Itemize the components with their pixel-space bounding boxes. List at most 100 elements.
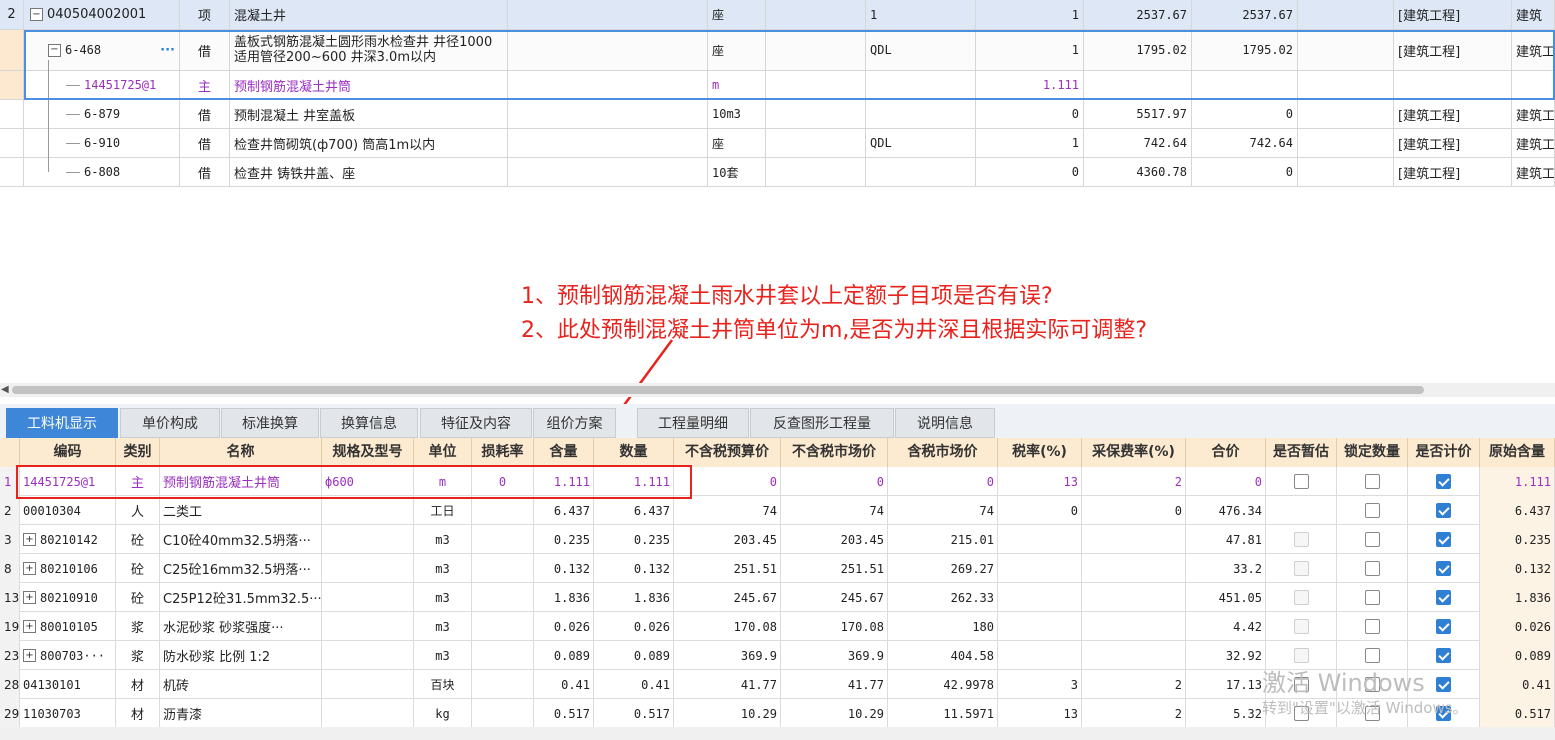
tab-7[interactable]: 反查图形工程量	[750, 408, 894, 438]
grid-row[interactable]: 13 +80210910 砼 C25P12砼31.5mm32.5··· m3 1.836 1…	[0, 583, 1555, 612]
grid-cell-content: 0.026	[534, 612, 594, 641]
more-options-icon[interactable]: ···	[160, 43, 175, 58]
quota-row[interactable]: 6-808 借 检查井 铸铁井盖、座 10套 0 4360.78 0 [建筑工程] 建筑工	[0, 158, 1555, 187]
tab-3[interactable]: 换算信息	[320, 408, 418, 438]
grid-cell-num: 13	[0, 583, 20, 612]
checkbox-lock[interactable]	[1364, 561, 1380, 576]
column-header-tax[interactable]: 税率(%)	[998, 438, 1082, 467]
column-header-price[interactable]: 是否计价	[1408, 438, 1480, 467]
tab-1[interactable]: 单价构成	[120, 408, 220, 438]
quota-row[interactable]: 2 −040504002001 项 混凝土井 座 1 1 2537.67 2537.67 [建筑工…	[0, 0, 1555, 30]
column-header-lock[interactable]: 锁定数量	[1337, 438, 1408, 467]
checkbox-lock[interactable]	[1364, 474, 1380, 489]
tab-0[interactable]: 工料机显示	[6, 408, 118, 438]
column-header-total[interactable]: 合价	[1186, 438, 1266, 467]
expand-icon[interactable]: +	[23, 591, 36, 604]
quota-price: 5517.97	[1136, 107, 1187, 121]
expand-icon[interactable]: +	[23, 533, 36, 546]
checkbox-price[interactable]	[1436, 532, 1451, 547]
collapse-icon[interactable]: −	[48, 43, 61, 57]
grid-cell-type: 浆	[116, 612, 160, 641]
horizontal-scrollbar[interactable]: ◀	[0, 383, 1555, 397]
column-header-est[interactable]: 是否暂估	[1266, 438, 1337, 467]
grid-cell-taxmkt: 262.33	[888, 583, 998, 612]
column-header-code[interactable]: 编码	[20, 438, 116, 467]
quota-row[interactable]: 14451725@1 主 预制钢筋混凝土井筒 m 1.111	[0, 71, 1555, 100]
grid-cell-content: 0.235	[534, 525, 594, 554]
checkbox-price[interactable]	[1436, 619, 1451, 634]
column-header-spec[interactable]: 规格及型号	[322, 438, 414, 467]
column-header-qty[interactable]: 数量	[594, 438, 674, 467]
grid-cell-orig: 0.235	[1480, 525, 1555, 554]
checkbox-price[interactable]	[1436, 590, 1451, 605]
checkbox-price[interactable]	[1436, 474, 1451, 489]
checkbox-lock[interactable]	[1364, 648, 1380, 663]
grid-row[interactable]: 3 +80210142 砼 C10砼40mm32.5坍落··· m3 0.235 0.235…	[0, 525, 1555, 554]
column-header-loss[interactable]: 损耗率	[472, 438, 534, 467]
quota-cell-qty: 1	[976, 129, 1084, 157]
scroll-left-icon[interactable]: ◀	[1, 384, 9, 395]
scrollbar-thumb[interactable]	[12, 386, 1424, 394]
quota-cell-type: 借	[180, 30, 230, 70]
grid-cell-spec	[322, 612, 414, 641]
checkbox-lock[interactable]	[1364, 590, 1380, 605]
expand-icon[interactable]: +	[23, 649, 36, 662]
grid-value-qty: 6.437	[633, 503, 670, 518]
column-header-fee[interactable]: 采保费率(%)	[1082, 438, 1186, 467]
grid-cell-total: 476.34	[1186, 496, 1266, 525]
column-header-mkt[interactable]: 不含税市场价	[781, 438, 888, 467]
grid-cell-content: 1.836	[534, 583, 594, 612]
quota-cell-expr	[866, 158, 976, 186]
grid-cell-code: +80010105	[20, 612, 116, 641]
column-header-name[interactable]: 名称	[160, 438, 322, 467]
grid-cell-name: C25P12砼31.5mm32.5···	[160, 583, 322, 612]
grid-cell-num: 19	[0, 612, 20, 641]
quota-cell-blank3	[1298, 158, 1394, 186]
grid-value-content: 6.437	[553, 503, 590, 518]
checkbox-price[interactable]	[1436, 677, 1451, 692]
grid-row[interactable]: 1 14451725@1 主 预制钢筋混凝土井筒 ф600 m 0 1.111 1.111 0 0 0…	[0, 467, 1555, 496]
checkbox-lock[interactable]	[1364, 532, 1380, 547]
column-header-pre[interactable]: 不含税预算价	[674, 438, 781, 467]
grid-cell-fee	[1082, 641, 1186, 670]
grid-cell-spec	[322, 670, 414, 699]
column-header-type[interactable]: 类别	[116, 438, 160, 467]
grid-cell-orig: 0.41	[1480, 670, 1555, 699]
grid-cell-tax	[998, 525, 1082, 554]
collapse-icon[interactable]: −	[30, 8, 43, 21]
grid-cell-unit: m3	[414, 525, 472, 554]
quota-cell-unit: 座	[708, 0, 766, 29]
quota-price: 742.64	[1143, 136, 1187, 150]
grid-value-code: 14451725@1	[23, 474, 96, 489]
quota-cell-major	[1394, 71, 1512, 99]
checkbox-price[interactable]	[1436, 648, 1451, 663]
tab-4[interactable]: 特征及内容	[420, 408, 532, 438]
column-header-taxmkt[interactable]: 含税市场价	[888, 438, 998, 467]
quota-row[interactable]: 6-910 借 检查井筒砌筑(ф700) 筒高1m以内 座 QDL 1 742.64 742.…	[0, 129, 1555, 158]
column-header-orig[interactable]: 原始含量	[1480, 438, 1555, 467]
quota-row[interactable]: −6-468 ··· 借 盖板式钢筋混凝土圆形雨水检查井 井径1000 适用管径200…	[0, 30, 1555, 71]
tab-6[interactable]: 工程量明细	[637, 408, 749, 438]
grid-row[interactable]: 19 +80010105 浆 水泥砂浆 砂浆强度··· m3 0.026 0.026 170.…	[0, 612, 1555, 641]
tab-5[interactable]: 组价方案	[533, 408, 616, 438]
checkbox-price[interactable]	[1436, 561, 1451, 576]
quota-major: [建筑工程]	[1398, 137, 1461, 153]
grid-cell-pre: 0	[674, 467, 781, 496]
tab-8[interactable]: 说明信息	[895, 408, 995, 438]
expand-icon[interactable]: +	[23, 562, 36, 575]
checkbox-price[interactable]	[1436, 503, 1451, 518]
grid-cell-spec	[322, 641, 414, 670]
checkbox-lock[interactable]	[1364, 619, 1380, 634]
grid-cell-qty: 0.026	[594, 612, 674, 641]
column-header-content[interactable]: 含量	[534, 438, 594, 467]
grid-value-orig: 6.437	[1514, 503, 1551, 518]
quota-type: 借	[197, 166, 211, 182]
expand-icon[interactable]: +	[23, 620, 36, 633]
column-header-unit[interactable]: 单位	[414, 438, 472, 467]
tab-2[interactable]: 标准换算	[221, 408, 319, 438]
grid-row[interactable]: 8 +80210106 砼 C25砼16mm32.5坍落··· m3 0.132 0.132…	[0, 554, 1555, 583]
checkbox-lock[interactable]	[1364, 503, 1380, 518]
checkbox-est[interactable]	[1293, 474, 1309, 489]
quota-row[interactable]: 6-879 借 预制混凝土 井室盖板 10m3 0 5517.97 0 [建筑工程] 建筑工	[0, 100, 1555, 129]
grid-row[interactable]: 2 00010304 人 二类工 工日 6.437 6.437 74 74 74 0 0 476.34 6…	[0, 496, 1555, 525]
